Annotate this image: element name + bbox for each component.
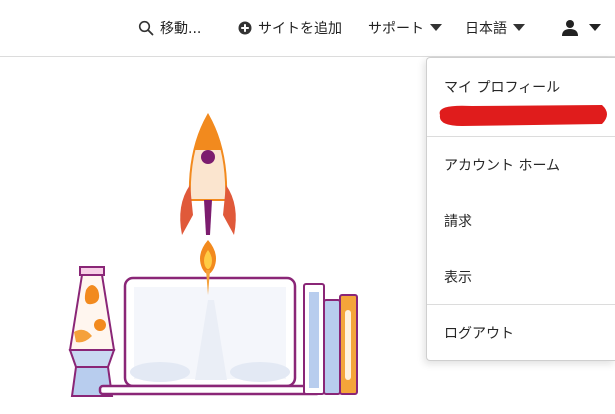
laptop-graphic — [98, 276, 322, 396]
user-icon — [561, 19, 579, 37]
language-label: 日本語 — [465, 21, 507, 37]
books-graphic — [303, 283, 358, 395]
add-site-label: サイトを追加 — [258, 21, 342, 37]
support-label: サポート — [368, 21, 424, 37]
lava-lamp-graphic — [68, 266, 116, 397]
search-label: 移動... — [160, 21, 202, 37]
top-navigation-bar: 移動... サイトを追加 サポート 日本語 — [0, 0, 615, 57]
language-nav[interactable]: 日本語 — [465, 0, 525, 56]
account-dropdown-menu: マイ プロフィール アカウント ホーム 請求 表示 ログアウト — [426, 57, 615, 361]
menu-item-my-profile[interactable]: マイ プロフィール — [444, 77, 560, 97]
caret-down-icon — [589, 24, 601, 32]
menu-item-account-home[interactable]: アカウント ホーム — [444, 155, 560, 175]
redacted-account-name — [432, 102, 610, 128]
add-site-nav[interactable]: サイトを追加 — [238, 0, 342, 56]
menu-item-billing[interactable]: 請求 — [444, 211, 472, 231]
rocket-laptop-illustration — [60, 110, 370, 414]
menu-divider — [427, 136, 615, 137]
caret-down-icon — [513, 24, 525, 32]
plus-circle-icon — [238, 21, 252, 35]
menu-item-logout[interactable]: ログアウト — [444, 323, 514, 343]
search-icon — [138, 20, 154, 36]
search-nav[interactable]: 移動... — [138, 0, 201, 56]
rocket-graphic — [180, 112, 236, 295]
menu-divider — [427, 304, 615, 305]
user-menu-button[interactable] — [561, 0, 601, 56]
menu-item-appearance[interactable]: 表示 — [444, 267, 472, 287]
caret-down-icon — [430, 24, 442, 32]
support-nav[interactable]: サポート — [368, 0, 442, 56]
